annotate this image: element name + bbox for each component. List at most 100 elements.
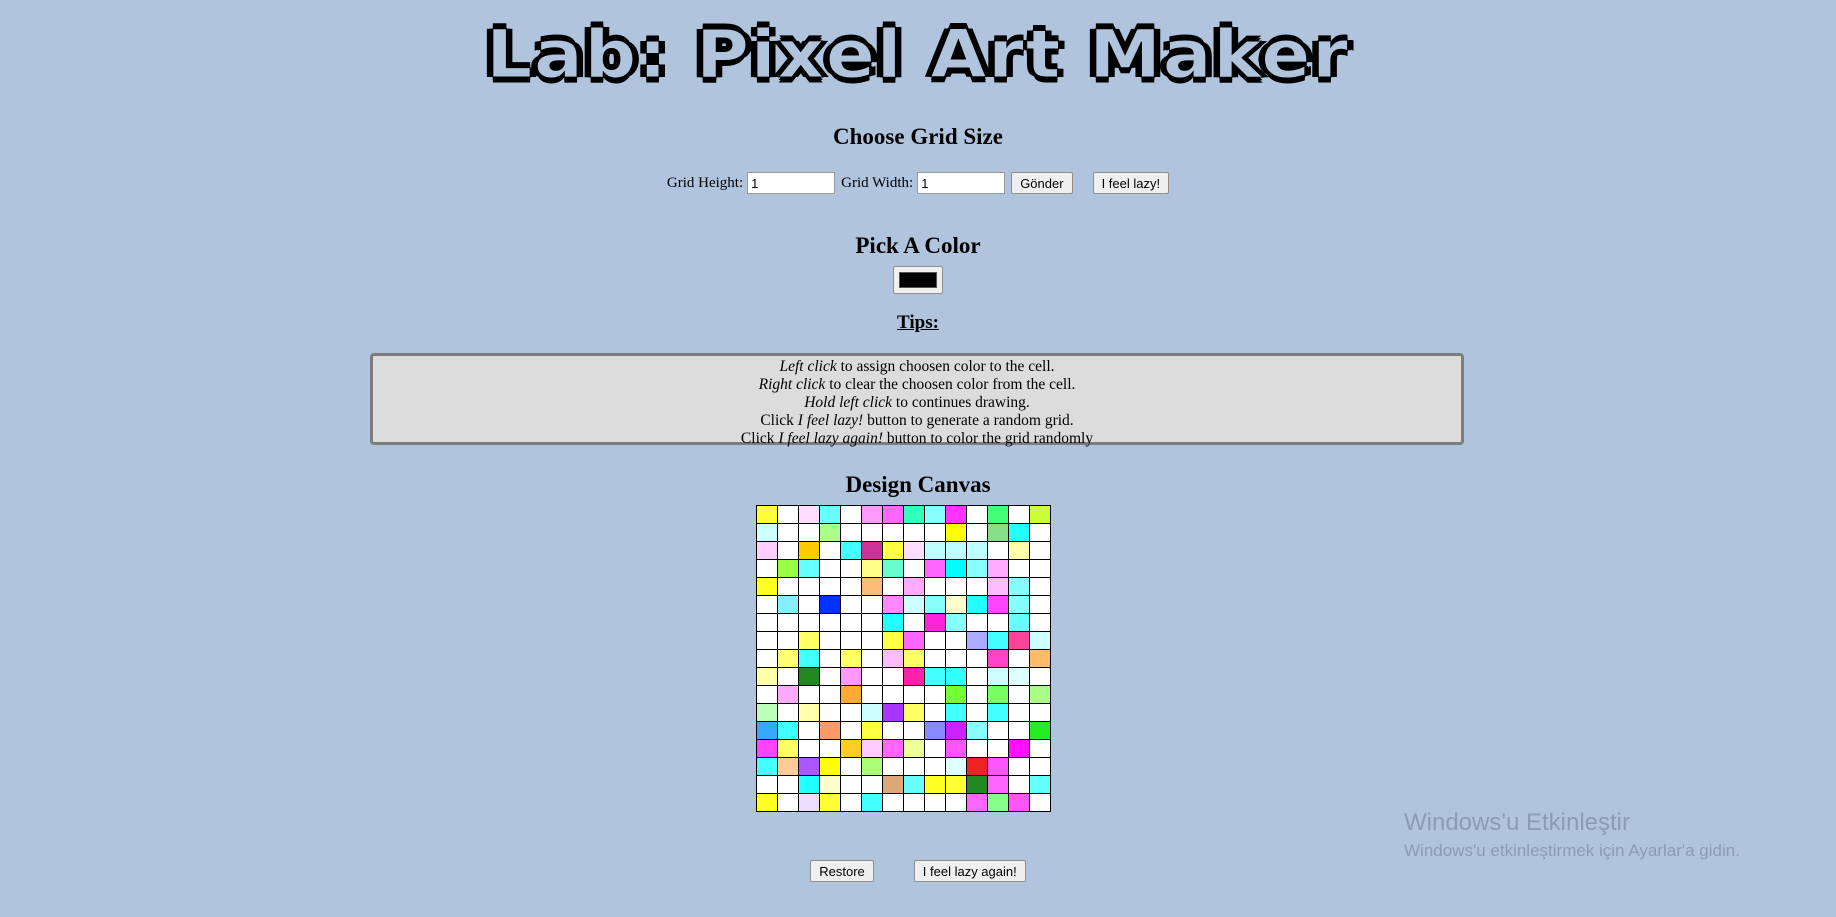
- grid-cell[interactable]: [966, 595, 988, 614]
- grid-cell[interactable]: [1029, 775, 1051, 794]
- grid-cell[interactable]: [987, 505, 1009, 524]
- grid-cell[interactable]: [924, 685, 946, 704]
- grid-cell[interactable]: [777, 577, 799, 596]
- grid-cell[interactable]: [756, 595, 778, 614]
- grid-cell[interactable]: [966, 613, 988, 632]
- grid-cell[interactable]: [945, 775, 967, 794]
- feel-lazy-button[interactable]: I feel lazy!: [1092, 172, 1170, 194]
- grid-cell[interactable]: [882, 649, 904, 668]
- grid-cell[interactable]: [1029, 793, 1051, 812]
- grid-cell[interactable]: [945, 667, 967, 686]
- grid-cell[interactable]: [861, 559, 883, 578]
- grid-cell[interactable]: [861, 757, 883, 776]
- grid-cell[interactable]: [840, 631, 862, 650]
- grid-cell[interactable]: [1029, 541, 1051, 560]
- grid-cell[interactable]: [840, 793, 862, 812]
- grid-cell[interactable]: [861, 649, 883, 668]
- grid-cell[interactable]: [798, 757, 820, 776]
- grid-cell[interactable]: [840, 505, 862, 524]
- grid-cell[interactable]: [861, 793, 883, 812]
- grid-height-input[interactable]: [747, 172, 836, 194]
- grid-cell[interactable]: [987, 631, 1009, 650]
- grid-cell[interactable]: [798, 505, 820, 524]
- grid-cell[interactable]: [903, 559, 925, 578]
- grid-cell[interactable]: [819, 703, 841, 722]
- grid-cell[interactable]: [945, 649, 967, 668]
- grid-cell[interactable]: [882, 739, 904, 758]
- grid-cell[interactable]: [945, 721, 967, 740]
- grid-cell[interactable]: [1008, 649, 1030, 668]
- grid-cell[interactable]: [1029, 559, 1051, 578]
- grid-cell[interactable]: [798, 739, 820, 758]
- grid-cell[interactable]: [777, 793, 799, 812]
- grid-cell[interactable]: [777, 595, 799, 614]
- grid-cell[interactable]: [903, 775, 925, 794]
- grid-cell[interactable]: [1008, 667, 1030, 686]
- grid-cell[interactable]: [966, 505, 988, 524]
- grid-cell[interactable]: [924, 523, 946, 542]
- grid-cell[interactable]: [1008, 523, 1030, 542]
- grid-cell[interactable]: [861, 505, 883, 524]
- grid-cell[interactable]: [966, 703, 988, 722]
- grid-cell[interactable]: [798, 595, 820, 614]
- grid-cell[interactable]: [903, 667, 925, 686]
- grid-cell[interactable]: [966, 721, 988, 740]
- grid-cell[interactable]: [840, 523, 862, 542]
- grid-cell[interactable]: [945, 793, 967, 812]
- grid-cell[interactable]: [945, 613, 967, 632]
- grid-cell[interactable]: [924, 703, 946, 722]
- grid-cell[interactable]: [756, 577, 778, 596]
- grid-cell[interactable]: [882, 667, 904, 686]
- grid-cell[interactable]: [861, 739, 883, 758]
- grid-cell[interactable]: [987, 757, 1009, 776]
- grid-cell[interactable]: [777, 775, 799, 794]
- grid-cell[interactable]: [756, 523, 778, 542]
- grid-cell[interactable]: [987, 613, 1009, 632]
- grid-cell[interactable]: [903, 577, 925, 596]
- grid-cell[interactable]: [882, 757, 904, 776]
- grid-cell[interactable]: [966, 757, 988, 776]
- grid-cell[interactable]: [966, 559, 988, 578]
- grid-cell[interactable]: [903, 703, 925, 722]
- grid-cell[interactable]: [882, 523, 904, 542]
- grid-cell[interactable]: [1029, 757, 1051, 776]
- design-canvas[interactable]: [756, 505, 1051, 812]
- grid-cell[interactable]: [756, 721, 778, 740]
- grid-cell[interactable]: [798, 649, 820, 668]
- grid-cell[interactable]: [924, 613, 946, 632]
- grid-cell[interactable]: [777, 649, 799, 668]
- grid-cell[interactable]: [840, 649, 862, 668]
- grid-cell[interactable]: [882, 613, 904, 632]
- grid-cell[interactable]: [966, 739, 988, 758]
- grid-cell[interactable]: [861, 703, 883, 722]
- grid-cell[interactable]: [987, 523, 1009, 542]
- grid-cell[interactable]: [1008, 721, 1030, 740]
- grid-cell[interactable]: [945, 703, 967, 722]
- grid-cell[interactable]: [945, 559, 967, 578]
- grid-cell[interactable]: [1008, 703, 1030, 722]
- grid-cell[interactable]: [861, 541, 883, 560]
- grid-cell[interactable]: [840, 721, 862, 740]
- grid-cell[interactable]: [945, 739, 967, 758]
- grid-cell[interactable]: [840, 685, 862, 704]
- grid-cell[interactable]: [798, 577, 820, 596]
- grid-cell[interactable]: [756, 739, 778, 758]
- grid-cell[interactable]: [819, 523, 841, 542]
- grid-cell[interactable]: [987, 577, 1009, 596]
- grid-cell[interactable]: [819, 685, 841, 704]
- grid-cell[interactable]: [777, 505, 799, 524]
- grid-cell[interactable]: [987, 721, 1009, 740]
- grid-cell[interactable]: [756, 631, 778, 650]
- grid-cell[interactable]: [987, 703, 1009, 722]
- grid-cell[interactable]: [1029, 631, 1051, 650]
- grid-cell[interactable]: [756, 703, 778, 722]
- grid-cell[interactable]: [840, 739, 862, 758]
- grid-cell[interactable]: [1008, 631, 1030, 650]
- grid-cell[interactable]: [882, 541, 904, 560]
- grid-cell[interactable]: [966, 577, 988, 596]
- grid-cell[interactable]: [819, 739, 841, 758]
- grid-cell[interactable]: [798, 703, 820, 722]
- grid-cell[interactable]: [777, 757, 799, 776]
- grid-cell[interactable]: [819, 559, 841, 578]
- grid-cell[interactable]: [840, 775, 862, 794]
